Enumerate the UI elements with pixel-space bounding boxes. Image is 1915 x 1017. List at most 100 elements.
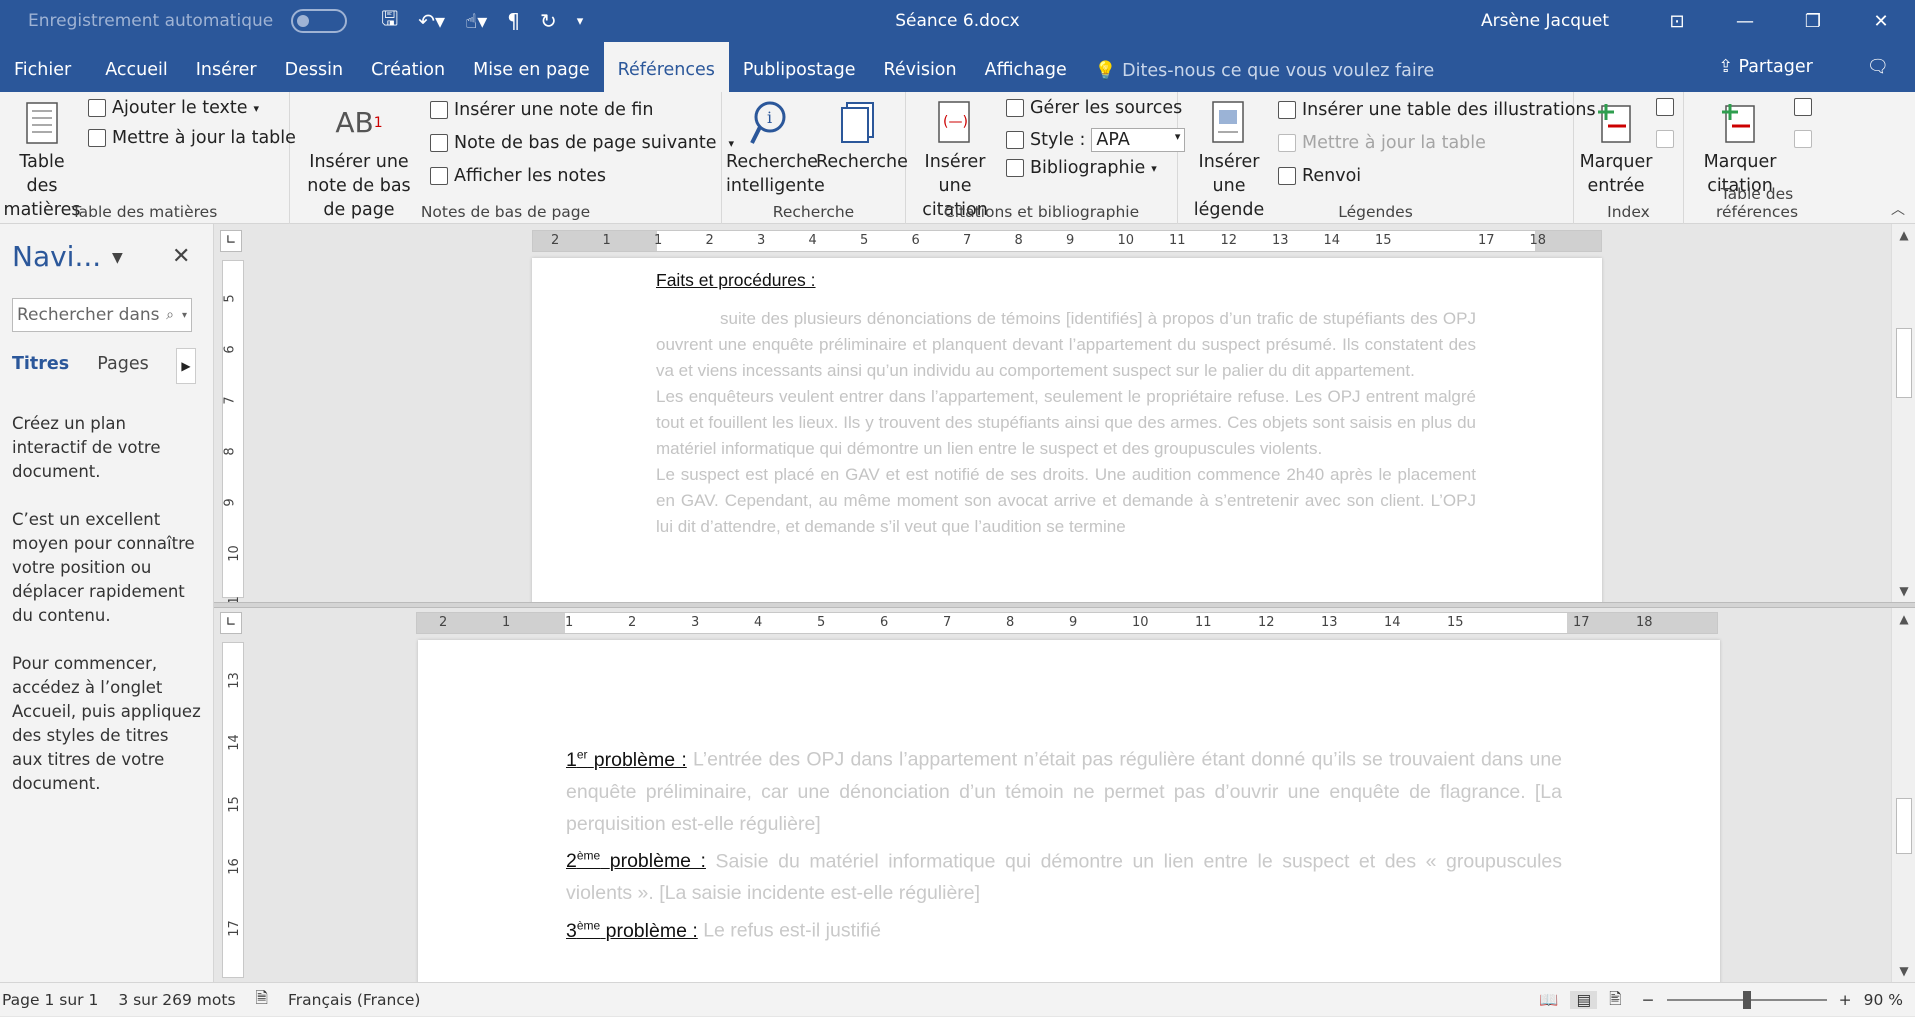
scroll-thumb-top[interactable] bbox=[1896, 328, 1912, 398]
ruler-number: 5 bbox=[860, 233, 869, 248]
redo-icon[interactable]: ↻ bbox=[540, 9, 557, 33]
update-toc-button[interactable]: Mettre à jour la table bbox=[88, 128, 296, 148]
user-name[interactable]: Arsène Jacquet bbox=[1481, 11, 1609, 31]
researcher-button[interactable]: Recherche bbox=[816, 98, 908, 174]
scroll-thumb-bottom[interactable] bbox=[1896, 798, 1912, 854]
group-captions: Insérer une légende Insérer une table de… bbox=[1178, 92, 1596, 224]
vertical-ruler-top[interactable]: 567891011 bbox=[222, 260, 244, 604]
ruler-number: 18 bbox=[1529, 233, 1547, 248]
autosave-toggle[interactable] bbox=[291, 9, 348, 33]
tab-selector[interactable]: ∟ bbox=[220, 230, 242, 252]
read-mode-icon[interactable]: 📖 bbox=[1539, 991, 1558, 1009]
scroll-down-icon-2[interactable]: ▼ bbox=[1892, 964, 1915, 978]
language[interactable]: Français (France) bbox=[278, 991, 430, 1009]
print-layout-icon[interactable]: ▤ bbox=[1570, 991, 1598, 1009]
tab-dessin[interactable]: Dessin bbox=[271, 42, 357, 92]
tab-inserer[interactable]: Insérer bbox=[182, 42, 271, 92]
comments-icon[interactable]: 🗨 bbox=[1867, 57, 1889, 77]
tab-revision[interactable]: Révision bbox=[869, 42, 970, 92]
lightbulb-icon: 💡 bbox=[1094, 61, 1123, 81]
nav-tab-pages[interactable]: Pages bbox=[97, 354, 148, 374]
tab-mise-en-page[interactable]: Mise en page bbox=[459, 42, 604, 92]
ribbon-display-icon[interactable]: ⊡ bbox=[1643, 11, 1711, 32]
restore-icon[interactable]: ❐ bbox=[1779, 11, 1847, 32]
vertical-scrollbar-bottom[interactable]: ▲ ▼ bbox=[1891, 608, 1915, 982]
next-footnote-button[interactable]: Note de bas de page suivante ▾ bbox=[430, 133, 734, 153]
nav-tabs-scroll-icon[interactable]: ▶ bbox=[176, 348, 196, 384]
paragraph-icon[interactable]: ¶ bbox=[507, 9, 520, 33]
vertical-ruler-bottom[interactable]: 131415161718 bbox=[222, 642, 244, 978]
proofing-icon[interactable]: 🗎 bbox=[246, 986, 278, 1013]
tab-accueil[interactable]: Accueil bbox=[85, 42, 182, 92]
cross-reference-button[interactable]: Renvoi bbox=[1278, 166, 1361, 186]
share-button[interactable]: ⇪ Partager bbox=[1718, 57, 1813, 77]
update-toa-icon[interactable] bbox=[1794, 130, 1812, 148]
scroll-up-icon-2[interactable]: ▲ bbox=[1892, 612, 1915, 626]
tab-publipostage[interactable]: Publipostage bbox=[729, 42, 870, 92]
nav-tab-titres[interactable]: Titres bbox=[12, 354, 69, 374]
scroll-down-icon[interactable]: ▼ bbox=[1892, 584, 1915, 598]
insert-index-icon[interactable] bbox=[1656, 98, 1674, 116]
zoom-level[interactable]: 90 % bbox=[1864, 991, 1903, 1009]
update-toc-icon bbox=[88, 129, 106, 147]
style-select[interactable]: Style : APA ▾ bbox=[1006, 128, 1186, 152]
zoom-out-icon[interactable]: − bbox=[1642, 991, 1655, 1009]
horizontal-ruler-top[interactable]: 2 1 1 2 3 4 5 6 7 8 9 10 11 12 13 14 15 17 18 bbox=[532, 230, 1602, 252]
insert-table-figures-label: Insérer une table des illustrations bbox=[1302, 100, 1596, 120]
zoom-slider[interactable] bbox=[1666, 991, 1827, 1009]
zoom-in-icon[interactable]: + bbox=[1839, 991, 1852, 1009]
vruler-number: 8 bbox=[222, 447, 238, 456]
ruler-ticks-2: 2 1 1 2 3 4 5 6 7 8 9 10 11 12 13 14 15 17 18 bbox=[417, 615, 1717, 633]
add-text-label: Ajouter le texte bbox=[112, 98, 248, 118]
nav-help-3: Pour commencer, accédez à l’onglet Accue… bbox=[12, 654, 201, 793]
horizontal-ruler-bottom[interactable]: 2 1 1 2 3 4 5 6 7 8 9 10 11 12 13 14 15 17 18 bbox=[416, 612, 1718, 634]
update-table-figures-button[interactable]: Mettre à jour la table bbox=[1278, 133, 1486, 153]
ribbon-tabs: Fichier Accueil Insérer Dessin Création … bbox=[0, 42, 1915, 92]
vertical-scrollbar-top[interactable]: ▲ ▼ bbox=[1891, 224, 1915, 602]
tab-selector-bottom[interactable]: ∟ bbox=[220, 612, 242, 634]
show-notes-icon bbox=[430, 167, 448, 185]
word-count[interactable]: 3 sur 269 mots bbox=[108, 991, 245, 1009]
search-icon[interactable]: ⌕ bbox=[166, 307, 174, 323]
save-icon[interactable]: 🖫 bbox=[381, 4, 398, 38]
ruler-number: 5 bbox=[817, 615, 826, 630]
group-citations: (—) Insérer une citation Gérer les sourc… bbox=[906, 92, 1186, 224]
tab-creation[interactable]: Création bbox=[357, 42, 459, 92]
show-notes-button[interactable]: Afficher les notes bbox=[430, 166, 606, 186]
mark-citation-button[interactable]: Marquer citation bbox=[1684, 98, 1796, 198]
tab-affichage[interactable]: Affichage bbox=[971, 42, 1081, 92]
web-layout-icon[interactable]: 🖹 bbox=[1609, 987, 1621, 1014]
page-count[interactable]: Page 1 sur 1 bbox=[0, 991, 108, 1009]
add-text-button[interactable]: Ajouter le texte ▾ bbox=[88, 98, 259, 118]
scroll-up-icon[interactable]: ▲ bbox=[1892, 228, 1915, 242]
style-value[interactable]: APA ▾ bbox=[1091, 128, 1186, 152]
smart-lookup-button[interactable]: i Recherche intelligente bbox=[726, 98, 825, 198]
touch-mode-icon[interactable]: ☝▾ bbox=[465, 9, 487, 33]
tab-references[interactable]: Références bbox=[603, 42, 729, 92]
search-options-icon[interactable]: ▾ bbox=[182, 310, 187, 321]
document-page-top[interactable]: Faits et procédures : suite des plusieur… bbox=[532, 258, 1602, 604]
p3-title: problème : bbox=[605, 919, 698, 942]
nav-close-icon[interactable]: ✕ bbox=[172, 244, 190, 269]
nav-options-icon[interactable]: ▼ bbox=[112, 250, 123, 266]
nav-search-input[interactable]: Rechercher dans ⌕ ▾ bbox=[12, 298, 192, 332]
mark-entry-button[interactable]: Marquer entrée bbox=[1578, 98, 1654, 198]
ruler-number: 14 bbox=[1384, 615, 1401, 630]
close-icon[interactable]: ✕ bbox=[1847, 11, 1915, 32]
minimize-icon[interactable]: — bbox=[1711, 11, 1779, 32]
document-page-bottom[interactable]: 1er problème : L’entrée des OPJ dans l’a… bbox=[418, 640, 1720, 982]
status-bar: Page 1 sur 1 3 sur 269 mots 🗎 Français (… bbox=[0, 982, 1915, 1016]
update-index-icon[interactable] bbox=[1656, 130, 1674, 148]
bibliography-button[interactable]: Bibliographie ▾ bbox=[1006, 158, 1157, 178]
tell-me-search[interactable]: 💡 Dites-nous ce que vous voulez faire bbox=[1095, 42, 1435, 92]
insert-toa-icon[interactable] bbox=[1794, 98, 1812, 116]
insert-endnote-button[interactable]: Insérer une note de fin bbox=[430, 100, 654, 120]
tab-fichier[interactable]: Fichier bbox=[0, 42, 85, 92]
insert-table-figures-button[interactable]: Insérer une table des illustrations bbox=[1278, 100, 1596, 120]
collapse-ribbon-icon[interactable]: ︿ bbox=[1891, 199, 1905, 219]
endnote-icon bbox=[430, 101, 448, 119]
manage-sources-button[interactable]: Gérer les sources bbox=[1006, 98, 1182, 118]
undo-icon[interactable]: ↶▾ bbox=[418, 9, 445, 33]
probleme-3-title: 3ème problème : bbox=[566, 918, 698, 942]
customize-qat-icon[interactable]: ▾ bbox=[577, 14, 584, 29]
